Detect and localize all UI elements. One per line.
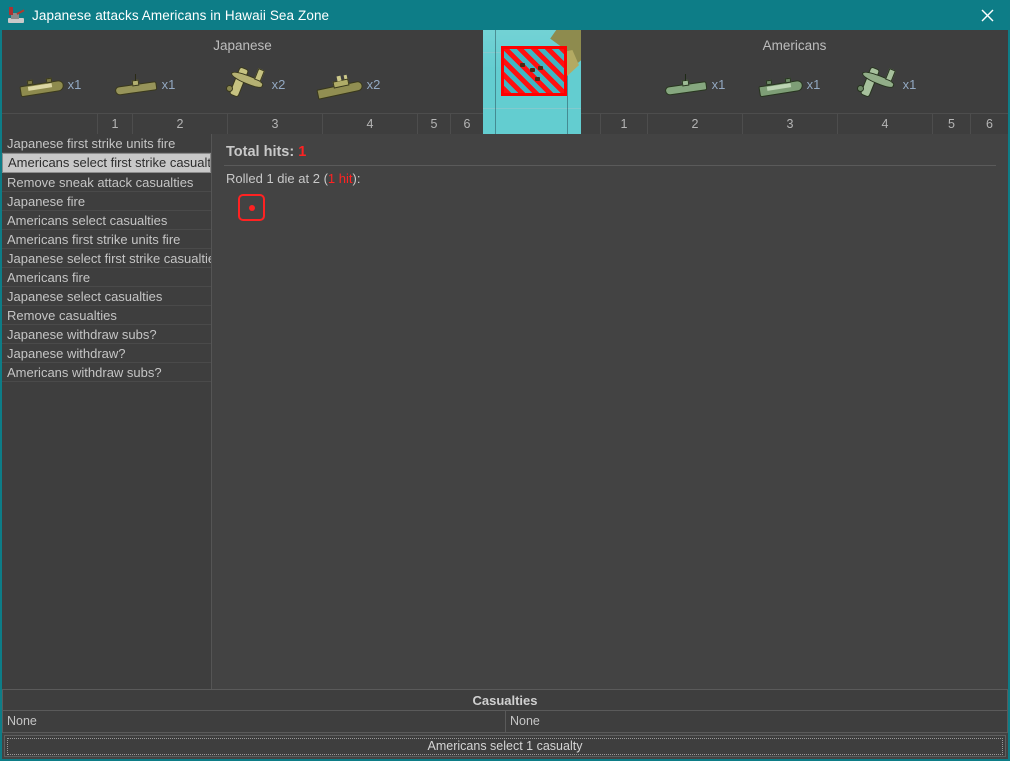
units-strip: Japanese x1 x1 x2 x2 1 2 3 4 5 6 America… xyxy=(2,30,1008,134)
close-icon xyxy=(981,9,993,21)
column-4: 4 xyxy=(837,114,932,134)
transport-icon xyxy=(758,72,804,98)
submarine-icon xyxy=(664,72,708,98)
unit-slot-transport[interactable]: x1 xyxy=(742,56,837,113)
unit-slot-fighter[interactable]: x1 xyxy=(837,56,932,113)
column-1: 1 xyxy=(97,114,132,134)
unit-count: x1 xyxy=(806,77,821,92)
battle-map-thumbnail[interactable] xyxy=(483,30,581,134)
roll-prefix: Rolled 1 die at 2 ( xyxy=(226,171,328,186)
casualties-header: Casualties xyxy=(2,689,1008,710)
defender-name: Americans xyxy=(762,38,827,53)
battle-window: Japanese attacks Americans in Hawaii Sea… xyxy=(0,0,1010,761)
column-1: 1 xyxy=(600,114,647,134)
battle-highlight xyxy=(501,46,567,96)
fighter-icon xyxy=(853,65,899,105)
unit-slot-submarine[interactable]: x1 xyxy=(98,56,191,113)
total-hits-line: Total hits: 1 xyxy=(226,144,996,160)
unit-slot-fighter[interactable]: x2 xyxy=(207,56,300,113)
attacker-panel: Japanese x1 x1 x2 x2 1 2 3 4 5 6 xyxy=(2,30,483,134)
step-item[interactable]: Americans withdraw subs? xyxy=(2,363,211,382)
roll-hit-count: 1 hit xyxy=(327,171,353,186)
step-item[interactable]: Japanese select casualties xyxy=(2,287,211,306)
casualties-attacker-value: None xyxy=(7,714,37,728)
column-2: 2 xyxy=(132,114,227,134)
defender-units: x1 x1 x1 xyxy=(581,56,1008,113)
unit-count: x1 xyxy=(161,77,176,92)
column-5: 5 xyxy=(932,114,970,134)
dice-row xyxy=(238,194,996,221)
unit-slot-battleship[interactable]: x2 xyxy=(302,56,395,113)
divider xyxy=(224,165,996,166)
defender-column-strip: 1 2 3 4 5 6 xyxy=(581,113,1008,134)
step-item[interactable]: Japanese withdraw? xyxy=(2,344,211,363)
step-item[interactable]: Remove sneak attack casualties xyxy=(2,173,211,192)
step-item[interactable]: Japanese withdraw subs? xyxy=(2,325,211,344)
step-item[interactable]: Americans first strike units fire xyxy=(2,230,211,249)
attacker-column-strip: 1 2 3 4 5 6 xyxy=(2,113,483,134)
casualties-section: Casualties None None xyxy=(2,689,1008,733)
battleship-icon xyxy=(316,72,364,100)
roll-suffix: ): xyxy=(352,171,361,186)
step-item[interactable]: Japanese first strike units fire xyxy=(2,134,211,153)
step-item[interactable]: Americans fire xyxy=(2,268,211,287)
submarine-icon xyxy=(114,72,158,98)
casualties-row: None None xyxy=(2,710,1008,733)
die-hit xyxy=(238,194,265,221)
column-2: 2 xyxy=(647,114,742,134)
title-bar: Japanese attacks Americans in Hawaii Sea… xyxy=(0,0,1010,30)
battle-icon xyxy=(7,6,25,24)
roll-description: Rolled 1 die at 2 (1 hit): xyxy=(226,171,996,186)
action-bar: Americans select 1 casualty xyxy=(4,735,1006,757)
unit-slot-transport[interactable]: x1 xyxy=(4,56,97,113)
column-6: 6 xyxy=(970,114,1008,134)
map-gridline xyxy=(495,30,496,134)
unit-count: x1 xyxy=(67,77,82,92)
fighter-icon xyxy=(222,65,268,105)
transport-icon xyxy=(19,72,65,98)
unit-count: x1 xyxy=(711,77,726,92)
column-4: 4 xyxy=(322,114,417,134)
column-3: 3 xyxy=(227,114,322,134)
step-item[interactable]: Remove casualties xyxy=(2,306,211,325)
window-title: Japanese attacks Americans in Hawaii Sea… xyxy=(32,7,330,23)
unit-count: x1 xyxy=(902,77,917,92)
window-body: Japanese x1 x1 x2 x2 1 2 3 4 5 6 America… xyxy=(0,30,1010,761)
step-item-selected[interactable]: Americans select first strike casualties xyxy=(2,153,211,173)
unit-count: x2 xyxy=(366,77,381,92)
close-button[interactable] xyxy=(964,0,1010,30)
total-hits-label: Total hits: xyxy=(226,144,295,160)
casualties-defender-value: None xyxy=(505,711,1007,732)
unit-count: x2 xyxy=(271,77,286,92)
select-casualty-button[interactable]: Americans select 1 casualty xyxy=(7,737,1003,755)
step-item[interactable]: Americans select casualties xyxy=(2,211,211,230)
defender-panel: Americans x1 x1 x1 1 2 3 4 5 6 xyxy=(581,30,1008,134)
step-item[interactable]: Japanese fire xyxy=(2,192,211,211)
attacker-name: Japanese xyxy=(213,38,272,53)
step-item[interactable]: Japanese select first strike casualties xyxy=(2,249,211,268)
dice-results-panel: Total hits: 1 Rolled 1 die at 2 (1 hit): xyxy=(212,134,1008,718)
total-hits-value: 1 xyxy=(298,144,307,160)
column-3: 3 xyxy=(742,114,837,134)
attacker-units: x1 x1 x2 x2 xyxy=(2,56,483,113)
column-5: 5 xyxy=(417,114,450,134)
die-pip xyxy=(248,204,255,211)
column-6: 6 xyxy=(450,114,483,134)
battle-steps-list[interactable]: Japanese first strike units fire America… xyxy=(2,134,212,718)
unit-slot-submarine[interactable]: x1 xyxy=(647,56,742,113)
